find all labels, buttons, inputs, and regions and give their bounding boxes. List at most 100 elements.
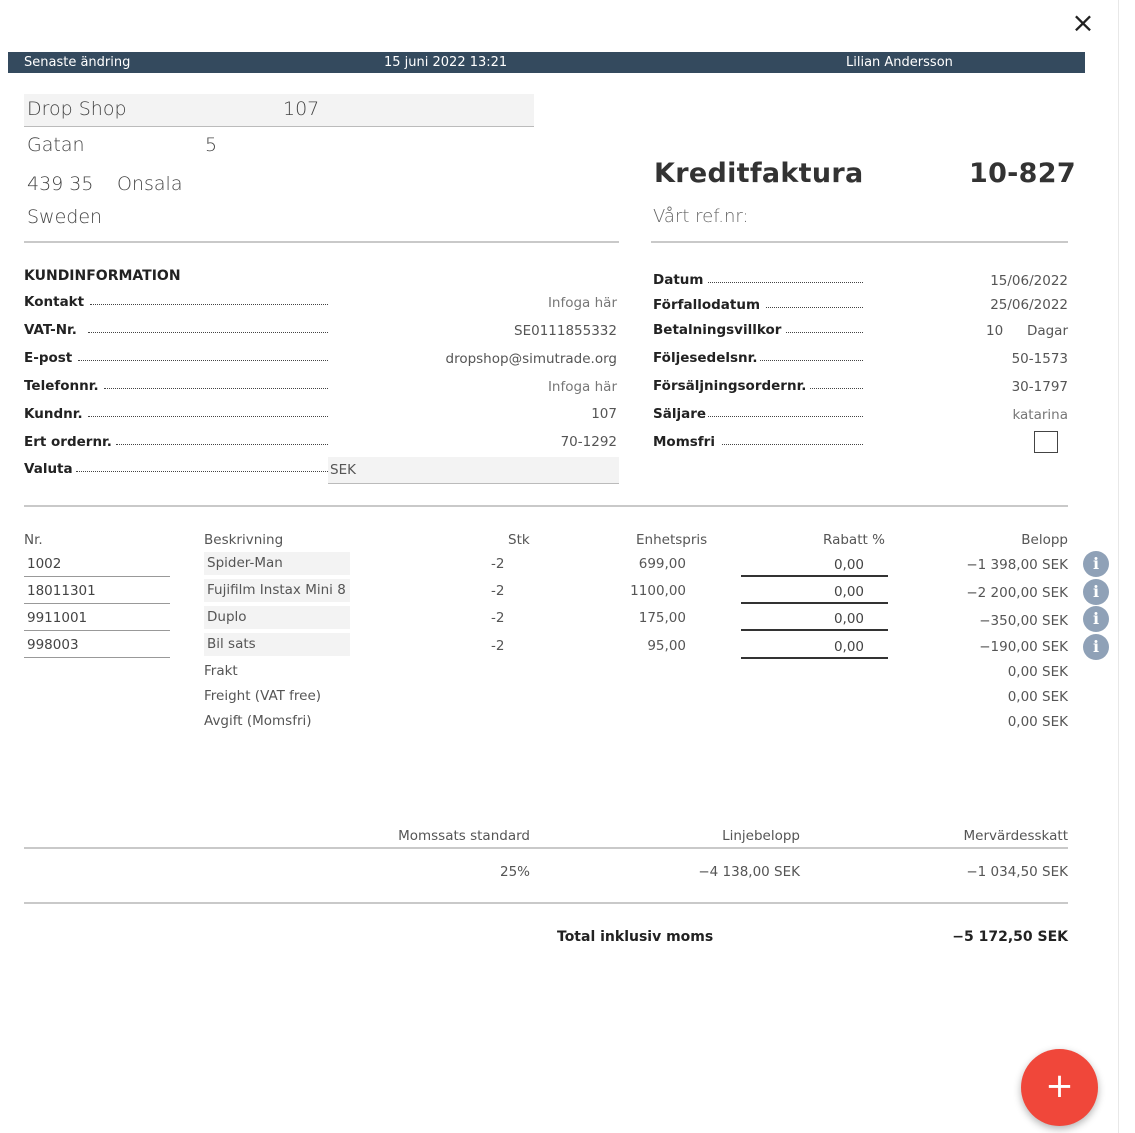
customer-country: Sweden: [27, 206, 103, 228]
line-item-unit-price[interactable]: 175,00: [639, 610, 686, 626]
fee-vat-free-amount: 0,00 SEK: [1007, 714, 1068, 730]
info-icon[interactable]: i: [1083, 606, 1109, 632]
divider: [24, 505, 1068, 507]
customer-number: 107: [283, 98, 320, 120]
your-order-number-label: Ert ordernr.: [24, 434, 112, 450]
payment-terms-value[interactable]: 10: [986, 323, 1003, 339]
customer-street: Gatan: [27, 134, 85, 156]
seller-value[interactable]: katarina: [1012, 407, 1068, 423]
line-item-discount[interactable]: 0,00: [741, 582, 888, 604]
line-item-discount[interactable]: 0,00: [741, 555, 888, 577]
customer-number-value: 107: [591, 406, 617, 422]
line-item-description[interactable]: Fujifilm Instax Mini 8: [204, 579, 350, 602]
delivery-note-value: 50-1573: [1011, 351, 1068, 367]
line-item-description[interactable]: Spider-Man: [204, 552, 350, 575]
line-item-amount: −190,00 SEK: [979, 639, 1068, 655]
line-item-discount[interactable]: 0,00: [741, 637, 888, 659]
line-item-quantity[interactable]: -2: [491, 638, 504, 654]
date-value: 15/06/2022: [990, 273, 1068, 289]
vat-amount-header: Mervärdesskatt: [963, 828, 1068, 844]
col-header-description: Beskrivning: [204, 532, 284, 548]
dot-leader: [708, 282, 863, 283]
line-amount-header: Linjebelopp: [722, 828, 800, 844]
line-item-description[interactable]: Duplo: [204, 606, 350, 629]
line-item-amount: −1 398,00 SEK: [966, 557, 1068, 573]
line-amount-value: −4 138,00 SEK: [698, 864, 800, 880]
sales-order-label: Försäljningsordernr.: [653, 378, 807, 394]
currency-label: Valuta: [24, 461, 73, 477]
date-label: Datum: [653, 272, 704, 288]
dot-leader: [88, 416, 328, 417]
line-item-unit-price[interactable]: 699,00: [639, 556, 686, 572]
line-item-quantity[interactable]: -2: [491, 556, 504, 572]
customer-info-heading: KUNDINFORMATION: [24, 268, 181, 284]
vat-rate-header: Momssats standard: [398, 828, 530, 844]
customer-city: Onsala: [117, 173, 183, 195]
dot-leader: [708, 416, 863, 417]
customer-zip: 439 35: [27, 173, 94, 195]
freight-vat-free-label: Freight (VAT free): [204, 688, 322, 704]
line-item-number[interactable]: 18011301: [24, 580, 170, 604]
dot-leader: [90, 304, 328, 305]
line-item-quantity[interactable]: -2: [491, 610, 504, 626]
currency-value: SEK: [330, 462, 356, 478]
phone-label: Telefonnr.: [24, 378, 99, 394]
sales-order-value: 30-1797: [1011, 379, 1068, 395]
vat-number-label: VAT-Nr.: [24, 322, 77, 338]
dot-leader: [760, 360, 863, 361]
payment-terms-label: Betalningsvillkor: [653, 322, 782, 338]
dot-leader: [766, 307, 863, 308]
divider: [24, 847, 1068, 849]
close-icon[interactable]: ×: [1068, 8, 1098, 38]
vat-free-checkbox[interactable]: [1034, 431, 1058, 453]
due-date-value: 25/06/2022: [990, 297, 1068, 313]
seller-label: Säljare: [653, 406, 707, 422]
invoice-number: 10-827: [969, 158, 1076, 189]
vat-number-value: SE0111855332: [514, 323, 617, 339]
freight-label: Frakt: [204, 663, 238, 679]
dot-leader: [88, 332, 328, 333]
line-item-description[interactable]: Bil sats: [204, 633, 350, 656]
col-header-nr: Nr.: [24, 532, 43, 548]
col-header-quantity: Stk: [508, 532, 530, 548]
invoice-title: Kreditfaktura: [654, 158, 864, 189]
divider: [24, 241, 619, 243]
total-value: −5 172,50 SEK: [952, 929, 1068, 945]
last-change-datetime: 15 juni 2022 13:21: [384, 55, 508, 70]
freight-amount: 0,00 SEK: [1007, 664, 1068, 680]
divider: [651, 241, 1068, 243]
line-item-quantity[interactable]: -2: [491, 583, 504, 599]
customer-street-number: 5: [205, 134, 218, 156]
vat-amount-value: −1 034,50 SEK: [966, 864, 1068, 880]
line-item-unit-price[interactable]: 1100,00: [630, 583, 686, 599]
col-header-unit-price: Enhetspris: [636, 532, 708, 548]
last-change-label: Senaste ändring: [24, 55, 131, 70]
line-item-number[interactable]: 998003: [24, 634, 170, 658]
info-icon[interactable]: i: [1083, 579, 1109, 605]
phone-value[interactable]: Infoga här: [548, 379, 617, 395]
dot-leader: [76, 471, 328, 472]
dot-leader: [104, 388, 328, 389]
add-button[interactable]: +: [1021, 1049, 1098, 1126]
line-item-number[interactable]: 9911001: [24, 607, 170, 631]
dot-leader: [78, 360, 328, 361]
total-label: Total inklusiv moms: [557, 929, 714, 945]
contact-label: Kontakt: [24, 294, 85, 310]
contact-value[interactable]: Infoga här: [548, 295, 617, 311]
email-value: dropshop@simutrade.org: [445, 351, 618, 367]
our-ref-input[interactable]: Vårt ref.nr:: [653, 206, 749, 227]
info-icon[interactable]: i: [1083, 551, 1109, 577]
fee-vat-free-label: Avgift (Momsfri): [204, 713, 312, 729]
dot-leader: [810, 388, 863, 389]
line-item-discount[interactable]: 0,00: [741, 609, 888, 631]
customer-name: Drop Shop: [27, 98, 127, 120]
line-item-unit-price[interactable]: 95,00: [647, 638, 686, 654]
dot-leader: [116, 444, 328, 445]
your-order-number-value: 70-1292: [560, 434, 617, 450]
vat-rate-value: 25%: [499, 864, 530, 880]
info-icon[interactable]: i: [1083, 634, 1109, 660]
divider: [24, 902, 1068, 904]
currency-select[interactable]: [328, 457, 619, 484]
window-edge: [1118, 0, 1119, 1133]
line-item-number[interactable]: 1002: [24, 553, 170, 577]
